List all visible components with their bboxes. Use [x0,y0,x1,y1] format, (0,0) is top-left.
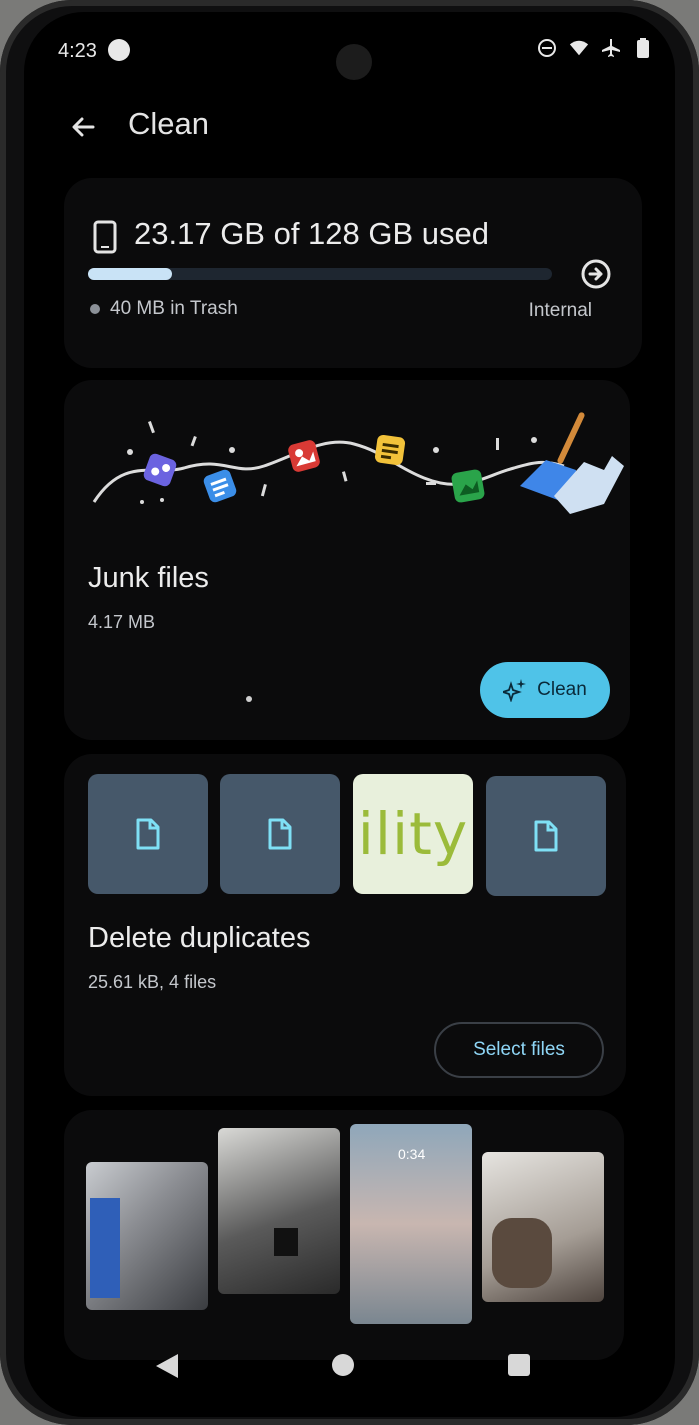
sparkle-icon [500,678,527,703]
phone-frame: 4:23 Clean 23.17 GB of 128 GB used 40 MB… [0,0,699,1425]
airplane-icon [601,38,621,58]
app-bar: Clean [24,102,675,152]
dnd-icon [537,38,557,58]
nav-recents-icon[interactable] [508,1354,530,1376]
file-icon [136,818,160,850]
photo-3[interactable]: 0:34 [350,1124,472,1324]
duplicate-thumb-3[interactable]: ility [353,774,473,894]
status-bar: 4:23 [24,12,675,82]
notification-icon [108,39,130,61]
clean-button[interactable]: Clean [480,662,610,718]
arrow-back-icon[interactable] [66,110,100,144]
trash-indicator-dot [90,304,100,314]
storage-location-label: Internal [528,300,592,321]
storage-progress-bar [88,268,552,280]
battery-icon [633,38,653,58]
delete-duplicates-title: Delete duplicates [88,922,311,954]
link-icon [143,453,177,487]
trash-label: 40 MB in Trash [110,298,238,319]
delete-duplicates-meta: 25.61 kB, 4 files [88,972,217,992]
select-files-label: Select files [473,1039,565,1060]
status-time: 4:23 [58,40,97,62]
arrow-circle-right-icon[interactable] [580,258,612,290]
front-camera [336,44,372,80]
phone-storage-icon [92,220,118,254]
photo-2-detail [274,1228,298,1256]
wifi-icon [569,38,589,58]
nav-home-icon[interactable] [332,1354,354,1376]
duplicate-thumb-2[interactable] [220,774,340,894]
file-icon [268,818,292,850]
select-files-button[interactable]: Select files [434,1022,604,1078]
page-indicator-dot [246,696,252,702]
system-nav-bar [24,1338,675,1398]
page-title: Clean [128,106,209,141]
photo-1-detail [90,1198,120,1298]
status-icons [537,38,653,58]
junk-files-size: 4.17 MB [88,612,156,632]
junk-files-title: Junk files [88,562,209,594]
image-icon [288,440,320,472]
storage-card[interactable]: 23.17 GB of 128 GB used 40 MB in Trash I… [64,178,642,368]
duplicate-thumb-1[interactable] [88,774,208,894]
storage-progress-fill [88,268,172,280]
clean-button-label: Clean [537,679,587,700]
photo-icon [451,469,485,503]
duplicate-thumb-4[interactable] [486,776,606,896]
photo-3-clock: 0:34 [398,1146,426,1162]
photo-2[interactable] [218,1128,340,1294]
junk-files-card: Junk files 4.17 MB Clean [64,380,630,740]
duplicates-card: ility Delete duplicates 25.61 kB, 4 file… [64,754,626,1096]
photo-4[interactable] [482,1152,604,1302]
photo-4-detail [492,1218,552,1288]
junk-illustration [92,412,624,514]
screen: 4:23 Clean 23.17 GB of 128 GB used 40 MB… [24,12,675,1417]
note-icon [374,434,406,466]
photos-card: 0:34 [64,1110,624,1360]
photo-1[interactable] [86,1162,208,1310]
file-icon [534,820,558,852]
duplicate-thumb-text: ility [357,800,469,868]
nav-back-icon[interactable] [154,1352,180,1380]
storage-usage-title: 23.17 GB of 128 GB used [134,216,490,251]
doc-icon [203,469,237,503]
